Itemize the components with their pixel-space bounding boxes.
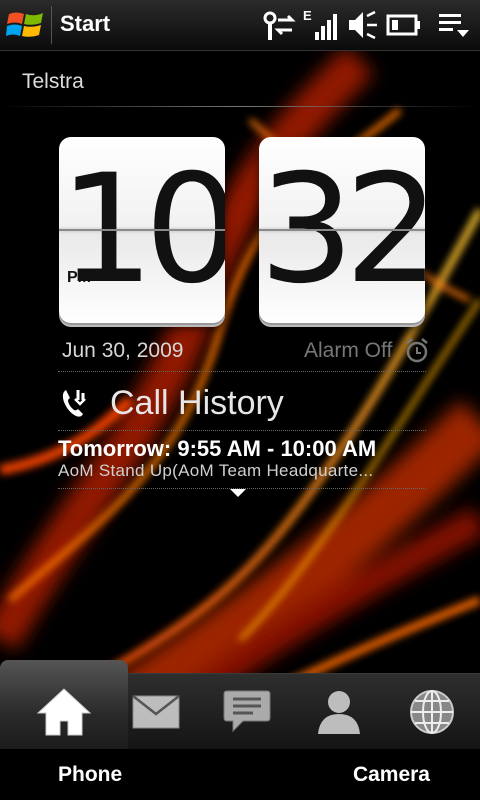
clock-minutes-card[interactable]: 32 [259,137,425,323]
divider [58,430,426,431]
menu-icon[interactable] [437,8,471,42]
upcoming-appointment[interactable]: Tomorrow: 9:55 AM - 10:00 AM AoM Stand U… [58,436,428,481]
date-label[interactable]: Jun 30, 2009 [62,339,183,363]
network-letter: E [303,8,312,23]
appointment-subject: AoM Stand Up(AoM Team Headquarte... [58,461,374,480]
tab-mail[interactable] [108,674,204,750]
title-bar: Start E [0,0,480,51]
divider [58,371,426,372]
home-icon [36,688,92,736]
call-history-row[interactable]: Call History [58,376,428,430]
clock-hours-card[interactable]: 10 PM [59,137,225,323]
softkey-camera[interactable]: Camera [353,763,430,787]
signal-edge-icon[interactable]: E [303,8,339,42]
antenna-sync-icon[interactable] [260,8,296,42]
tab-internet[interactable] [384,674,480,750]
globe-icon [410,690,454,734]
title-start[interactable]: Start [60,11,110,37]
flip-hinge [259,229,425,231]
person-icon [318,691,360,734]
tab-bar [0,660,480,750]
volume-icon[interactable] [345,8,379,42]
carrier-divider [0,106,480,107]
expand-down-icon[interactable] [229,488,247,498]
message-icon [223,690,271,733]
alarm-status[interactable]: Alarm Off [304,339,392,363]
windows-start-icon[interactable] [6,8,46,42]
alarm-clock-icon[interactable] [404,337,430,363]
tab-contacts[interactable] [291,674,387,750]
clock-ampm: PM [67,269,91,286]
tab-messages[interactable] [199,674,295,750]
flip-hinge [59,229,225,231]
softkey-phone[interactable]: Phone [58,763,122,787]
mail-icon [132,695,180,729]
carrier-name: Telstra [22,70,84,93]
appointment-time: Tomorrow: 9:55 AM - 10:00 AM [58,436,377,461]
softkey-bar: Phone Camera [0,749,480,800]
phone-icon [62,390,86,417]
battery-icon[interactable] [386,8,422,42]
title-separator [51,6,52,44]
call-history-label: Call History [110,383,284,422]
